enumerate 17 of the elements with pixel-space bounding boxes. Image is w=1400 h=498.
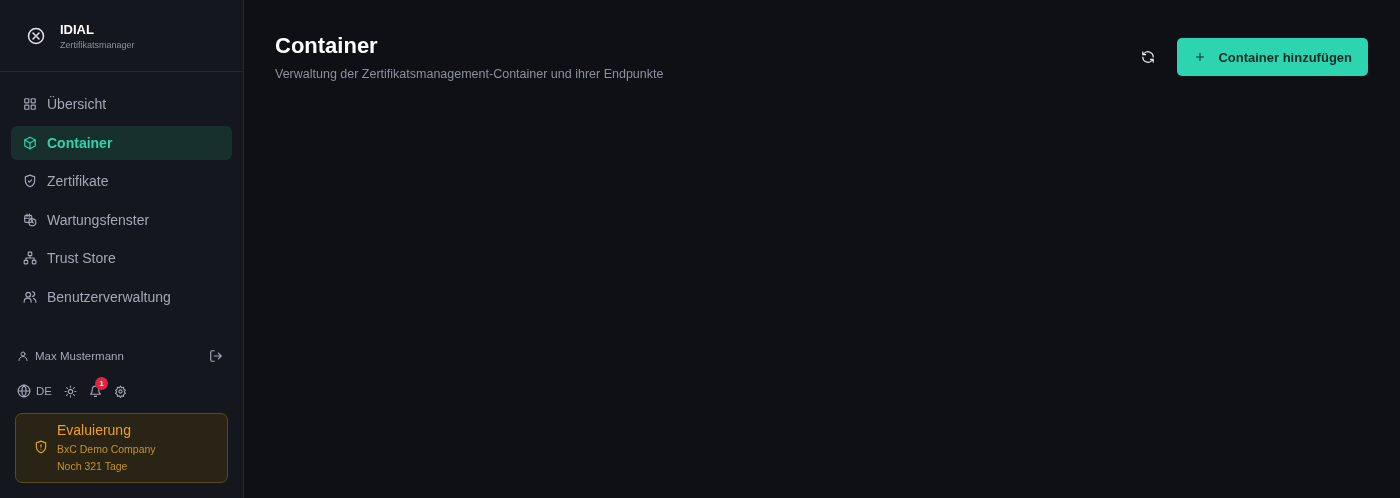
nav-item[interactable]: Benutzerverwaltung — [11, 279, 232, 314]
nav-item[interactable]: Übersicht — [11, 87, 232, 122]
nav-item[interactable]: Trust Store — [11, 241, 232, 276]
notification-badge: 1 — [95, 376, 108, 390]
page-title: Container — [275, 33, 379, 59]
nav-item[interactable]: Zertifikate — [11, 164, 232, 199]
language-button[interactable]: DE — [17, 384, 52, 398]
company-name: BxC Demo Company — [57, 443, 156, 455]
license-remaining: Noch 321 Tage — [57, 460, 129, 472]
app-subtitle: Zertifikatsmanager — [60, 39, 135, 50]
license-title: Evaluierung — [57, 422, 132, 438]
app-title: IDIAL — [60, 21, 95, 37]
user-name: Max Mustermann — [35, 350, 125, 362]
nav-item[interactable]: Container — [11, 125, 232, 160]
page-subtitle: Verwaltung der Zertifikatsmanagement-Container und ihrer Endpunkte — [275, 67, 664, 81]
add-container-button[interactable]: Container hinzufügen — [1177, 38, 1368, 76]
nav-item[interactable]: Wartungsfenster — [11, 202, 232, 237]
